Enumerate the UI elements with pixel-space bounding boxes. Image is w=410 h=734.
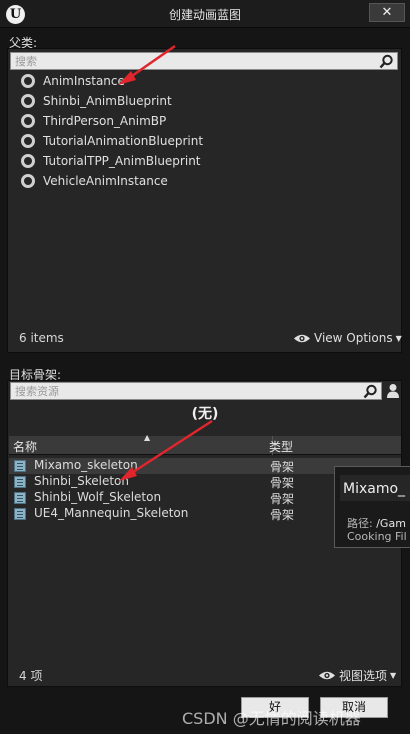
asset-tooltip: Mixamo_ 路径: /Gam Cooking Fil [334,466,410,548]
parent-view-options-button[interactable]: View Options ▼ [293,331,402,345]
radio-icon[interactable] [21,74,35,88]
skeleton-asset-icon [14,476,26,488]
asset-name: Mixamo_skeleton [34,458,138,472]
chevron-down-icon: ▼ [395,333,402,343]
parent-item-count: 6 items [19,331,64,345]
parent-option-label: TutorialAnimationBlueprint [43,134,204,148]
window-title: 创建动画蓝图 [168,8,241,22]
asset-table-header: 名称 ▲ 类型 [9,433,401,455]
tooltip-title: Mixamo_ [343,481,406,497]
parent-option-vehicleaniminstance[interactable]: VehicleAnimInstance [21,172,168,190]
parent-option-label: Shinbi_AnimBlueprint [43,94,172,108]
radio-icon[interactable] [21,174,35,188]
skeleton-asset-icon [14,508,26,520]
asset-type: 骨架 [270,460,295,474]
skeleton-asset-icon [14,492,26,504]
close-button[interactable]: ✕ [369,3,405,22]
radio-icon[interactable] [21,154,35,168]
sort-ascending-icon: ▲ [144,433,151,442]
search-icon[interactable] [379,54,394,69]
tooltip-path: 路径: /Gam [347,515,406,531]
radio-icon[interactable] [21,94,35,108]
parent-option-tutorialanimationblueprint[interactable]: TutorialAnimationBlueprint [21,132,203,150]
parent-option-label: VehicleAnimInstance [43,174,168,188]
title-bar: U 创建动画蓝图 ✕ [0,0,410,28]
selected-skeleton-value: (无) [191,406,219,422]
radio-icon[interactable] [21,114,35,128]
search-icon[interactable] [363,384,378,399]
parent-option-label: ThirdPerson_AnimBP [43,114,167,128]
tooltip-cooking: Cooking Fil [347,530,407,543]
parent-option-label: AnimInstance [43,74,125,88]
parent-option-animinstance[interactable]: AnimInstance [21,72,125,90]
csdn-watermark: CSDN @无情的阅读机器 [182,709,361,728]
tooltip-path-value: /Gam [376,517,406,530]
parent-option-shinbi-animblueprint[interactable]: Shinbi_AnimBlueprint [21,92,172,110]
skeleton-search-input[interactable] [15,383,365,399]
column-header-type[interactable]: 类型 [269,438,293,455]
parent-search-input[interactable] [15,53,365,69]
parent-option-tutorialtpp-animblueprint[interactable]: TutorialTPP_AnimBlueprint [21,152,201,170]
chevron-down-icon: ▼ [390,671,397,680]
view-options-label: View Options [314,331,393,345]
asset-type: 骨架 [270,492,295,506]
radio-icon[interactable] [21,134,35,148]
skeleton-item-count: 4 项 [19,669,43,683]
asset-name: UE4_Mannequin_Skeleton [34,506,189,520]
skeleton-search-bar[interactable] [10,382,382,400]
asset-type: 骨架 [270,508,295,522]
parent-option-label: TutorialTPP_AnimBlueprint [43,154,201,168]
asset-type: 骨架 [270,476,295,490]
tooltip-path-label: 路径: [347,517,373,530]
skeleton-view-options-button[interactable]: 视图选项 ▼ [318,667,396,684]
eye-icon [319,671,335,680]
parent-option-thirdperson-animbp[interactable]: ThirdPerson_AnimBP [21,112,166,130]
eye-icon [294,334,310,342]
asset-name: Shinbi_Skeleton [34,474,130,488]
column-header-name[interactable]: 名称 [13,438,37,455]
view-options-label: 视图选项 [339,669,388,683]
skeleton-asset-icon [14,460,26,472]
parent-search-bar[interactable] [10,52,398,70]
user-filter-icon[interactable] [386,383,400,399]
asset-name: Shinbi_Wolf_Skeleton [34,490,162,504]
